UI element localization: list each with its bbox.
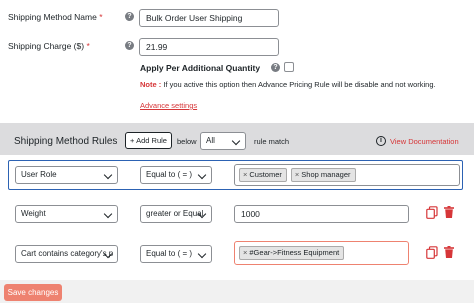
rule-field-select[interactable]: User Role <box>15 166 118 184</box>
remove-tag-icon[interactable]: × <box>243 248 247 257</box>
rule-operator-select[interactable]: greater or Equal <box>140 205 212 223</box>
save-changes-button[interactable]: Save changes <box>4 284 62 301</box>
additional-qty-label: Apply Per Additional Quantity <box>140 63 261 73</box>
rule-field-select[interactable]: Cart contains category's p <box>15 245 118 263</box>
trash-icon[interactable] <box>444 246 454 258</box>
rule-operator-select[interactable]: Equal to ( = ) <box>140 245 212 263</box>
note-text: Note : If you active this option then Ad… <box>140 80 436 89</box>
add-rule-button[interactable]: + Add Rule <box>125 132 172 149</box>
rule-operator-select[interactable]: Equal to ( = ) <box>140 166 212 184</box>
rule-value-input[interactable]: 1000 <box>234 205 409 223</box>
view-documentation-link[interactable]: View Documentation <box>390 137 459 146</box>
tag-chip[interactable]: × #Gear->Fitness Equipment <box>239 246 345 260</box>
trash-icon[interactable] <box>444 206 454 218</box>
rule-value-multiselect[interactable]: × Customer × Shop manager <box>234 164 460 186</box>
method-name-input[interactable]: Bulk Order User Shipping <box>139 9 279 27</box>
method-name-label: Shipping Method Name * <box>8 12 103 22</box>
rule-value-multiselect[interactable]: × #Gear->Fitness Equipment <box>234 241 409 265</box>
advance-settings-link[interactable]: Advance settings <box>140 101 197 110</box>
info-icon: i <box>376 136 386 146</box>
tag-chip[interactable]: × Customer <box>239 168 287 182</box>
remove-tag-icon[interactable]: × <box>295 170 299 179</box>
shipping-charge-input[interactable]: 21.99 <box>139 38 279 56</box>
tag-chip[interactable]: × Shop manager <box>290 168 356 182</box>
remove-tag-icon[interactable]: × <box>243 170 247 179</box>
rule-match-select[interactable]: All <box>200 132 246 150</box>
help-icon[interactable]: ? <box>125 12 134 21</box>
additional-qty-checkbox[interactable] <box>284 62 294 72</box>
rule-match-label: rule match <box>254 137 290 146</box>
rule-field-select[interactable]: Weight <box>15 205 118 223</box>
shipping-charge-label: Shipping Charge ($) * <box>8 41 90 51</box>
rules-title: Shipping Method Rules <box>14 136 118 147</box>
below-label: below <box>177 137 197 146</box>
help-icon[interactable]: ? <box>125 41 134 50</box>
copy-icon[interactable] <box>426 246 438 259</box>
help-icon[interactable]: ? <box>271 63 280 72</box>
copy-icon[interactable] <box>426 206 438 219</box>
